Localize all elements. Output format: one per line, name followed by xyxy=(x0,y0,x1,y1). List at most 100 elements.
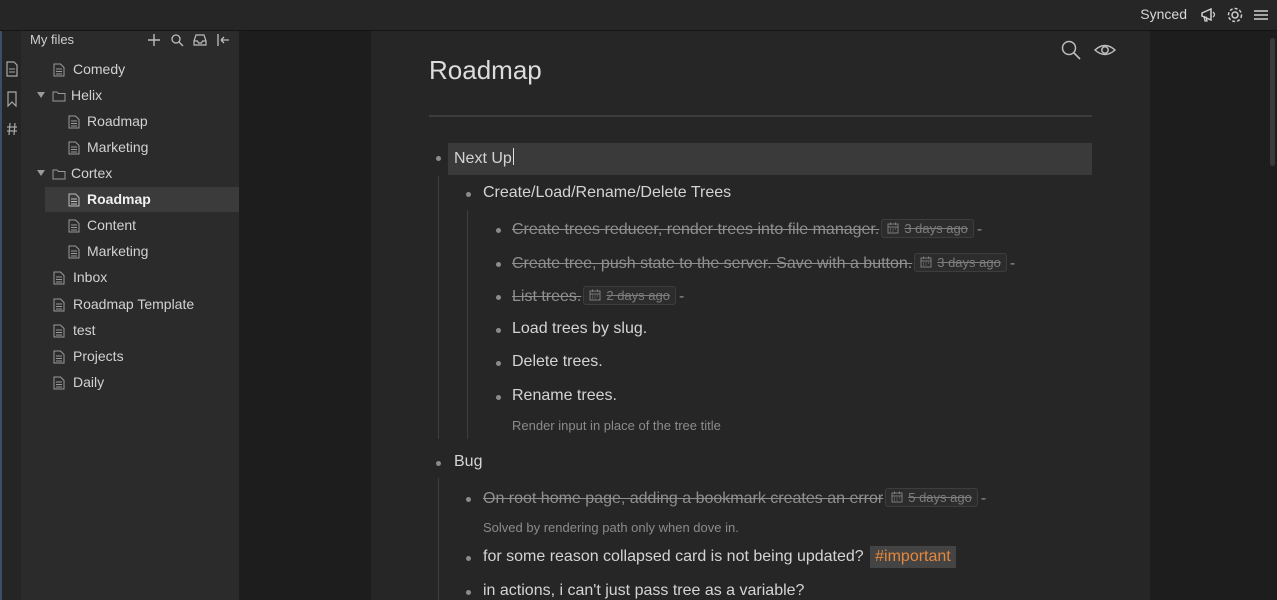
outline-item-crud[interactable]: Create/Load/Rename/Delete Trees xyxy=(483,184,731,202)
bullet[interactable] xyxy=(466,192,471,197)
file-icon xyxy=(53,298,65,312)
caret-down-icon[interactable] xyxy=(37,170,45,176)
sidebar-item-helix[interactable]: Helix xyxy=(21,83,239,108)
outline-item-task-5[interactable]: Delete trees. xyxy=(512,353,603,371)
search-icon[interactable] xyxy=(1060,39,1082,61)
date-chip[interactable]: 2 days ago xyxy=(583,286,676,305)
item-text: for some reason collapsed card is not be… xyxy=(483,548,864,565)
bullet[interactable] xyxy=(496,262,501,267)
bullet[interactable] xyxy=(436,156,441,161)
file-icon xyxy=(68,141,80,155)
bullet[interactable] xyxy=(466,497,471,502)
date-text: 3 days ago xyxy=(904,221,968,236)
outline-item-next-up[interactable]: Next Up xyxy=(454,148,514,168)
sidebar-header: My files xyxy=(21,31,239,53)
item-note[interactable]: Render input in place of the tree title xyxy=(512,418,721,433)
bullet[interactable] xyxy=(496,328,501,333)
outline-item-task-2[interactable]: Create tree, push state to the server. S… xyxy=(512,253,1015,273)
sidebar-item-projects[interactable]: Projects xyxy=(21,344,239,369)
bookmark-icon[interactable] xyxy=(5,91,19,107)
title-divider xyxy=(429,115,1092,117)
hashtag-icon[interactable] xyxy=(5,121,19,137)
date-text: 5 days ago xyxy=(908,490,972,505)
text-cursor xyxy=(512,148,514,165)
eye-icon[interactable] xyxy=(1094,39,1116,61)
focused-row-highlight xyxy=(448,143,1092,175)
inbox-icon[interactable] xyxy=(193,33,207,47)
sidebar-item-helix-marketing[interactable]: Marketing xyxy=(21,135,239,160)
outline-guide xyxy=(438,176,439,439)
calendar-icon xyxy=(891,491,903,503)
outline-item-task-6[interactable]: Rename trees. xyxy=(512,387,617,405)
item-text: List trees. xyxy=(512,288,582,305)
file-icon xyxy=(53,350,65,364)
icon-rail xyxy=(0,31,23,600)
top-bar: Synced xyxy=(0,0,1277,31)
sidebar-item-roadmap-template[interactable]: Roadmap Template xyxy=(21,292,239,317)
bullet[interactable] xyxy=(466,590,471,595)
sidebar-item-label: Cortex xyxy=(71,165,113,181)
file-icon xyxy=(68,193,80,207)
date-text: 2 days ago xyxy=(606,288,670,303)
gear-icon[interactable] xyxy=(1225,5,1245,25)
sidebar-item-label: test xyxy=(73,322,96,338)
date-chip[interactable]: 3 days ago xyxy=(881,219,974,238)
bullet[interactable] xyxy=(496,295,501,300)
hamburger-menu-icon[interactable] xyxy=(1251,5,1271,25)
sidebar-item-daily[interactable]: Daily xyxy=(21,370,239,395)
outline-item-bug-1[interactable]: On root home page, adding a bookmark cre… xyxy=(483,488,986,508)
sidebar-item-inbox[interactable]: Inbox xyxy=(21,265,239,290)
sidebar-item-label: Marketing xyxy=(87,243,149,259)
sidebar-item-label: Content xyxy=(87,217,137,233)
sidebar-item-test[interactable]: test xyxy=(21,318,239,343)
date-chip[interactable]: 5 days ago xyxy=(885,488,978,507)
dash: - xyxy=(976,221,983,238)
bullet[interactable] xyxy=(466,556,471,561)
file-icon xyxy=(53,271,65,285)
file-icon xyxy=(68,115,80,129)
folder-icon xyxy=(52,91,66,102)
sidebar-item-helix-roadmap[interactable]: Roadmap xyxy=(21,109,239,134)
sidebar-item-label: Inbox xyxy=(73,269,108,285)
bullet[interactable] xyxy=(436,461,441,466)
outline-item-bug-3[interactable]: in actions, i can't just pass tree as a … xyxy=(483,582,804,600)
sidebar-item-cortex-roadmap[interactable]: Roadmap xyxy=(45,187,239,212)
item-note[interactable]: Solved by rendering path only when dove … xyxy=(483,520,739,535)
outline-guide xyxy=(438,478,439,600)
sidebar-item-label: Daily xyxy=(73,374,105,390)
file-icon xyxy=(53,376,65,390)
sidebar-item-label: Roadmap xyxy=(87,113,148,129)
collapse-sidebar-icon[interactable] xyxy=(216,33,230,47)
sidebar-item-label: Marketing xyxy=(87,139,149,155)
plus-icon[interactable] xyxy=(147,33,161,47)
calendar-icon xyxy=(589,289,601,301)
bullet[interactable] xyxy=(496,228,501,233)
file-sidebar: My files Comedy Helix Roadmap Marketing xyxy=(21,31,241,600)
sidebar-item-label: Roadmap xyxy=(87,191,151,207)
bullet[interactable] xyxy=(496,395,501,400)
outline-item-bug[interactable]: Bug xyxy=(454,453,482,471)
tag-important[interactable]: #important xyxy=(870,546,956,568)
file-icon xyxy=(68,245,80,259)
outline-item-task-4[interactable]: Load trees by slug. xyxy=(512,320,647,338)
caret-down-icon[interactable] xyxy=(37,92,45,98)
bullet[interactable] xyxy=(496,361,501,366)
sidebar-item-comedy[interactable]: Comedy xyxy=(21,57,239,82)
outline-item-task-3[interactable]: List trees. 2 days ago - xyxy=(512,286,684,306)
document-icon[interactable] xyxy=(5,61,19,77)
outline-item-task-1[interactable]: Create trees reducer, render trees into … xyxy=(512,219,982,239)
date-chip[interactable]: 3 days ago xyxy=(914,253,1007,272)
search-icon[interactable] xyxy=(170,33,184,47)
document-panel: Roadmap xyxy=(371,31,1150,600)
sidebar-item-cortex[interactable]: Cortex xyxy=(21,161,239,186)
outline-item-bug-2[interactable]: for some reason collapsed card is not be… xyxy=(483,546,956,568)
sidebar-item-cortex-content[interactable]: Content xyxy=(21,213,239,238)
sidebar-title: My files xyxy=(30,32,75,47)
item-text: Create trees reducer, render trees into … xyxy=(512,221,880,238)
item-text: Next Up xyxy=(454,150,512,167)
date-text: 3 days ago xyxy=(937,255,1001,270)
sidebar-item-cortex-marketing[interactable]: Marketing xyxy=(21,239,239,264)
scrollbar[interactable] xyxy=(1270,38,1275,166)
megaphone-icon[interactable] xyxy=(1199,5,1219,25)
page-title[interactable]: Roadmap xyxy=(429,55,542,86)
